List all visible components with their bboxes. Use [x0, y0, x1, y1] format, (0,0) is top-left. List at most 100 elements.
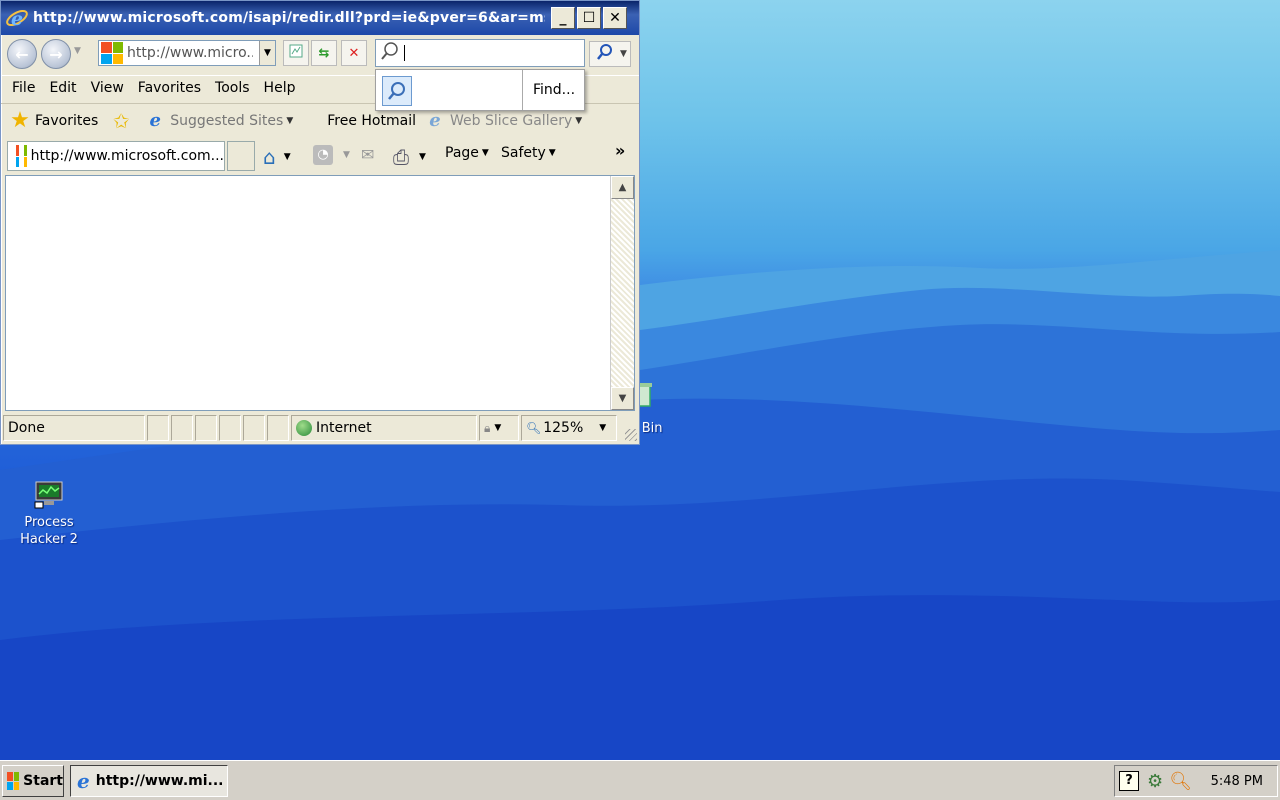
safety-menu-button[interactable]: Safety ▼ [501, 145, 556, 161]
start-button[interactable]: Start [2, 765, 64, 797]
feeds-button[interactable]: ◔ ▼ [313, 145, 350, 165]
ie-logo-icon: e [77, 769, 90, 793]
forward-arrow-icon: → [49, 44, 63, 64]
favorite-label: Web Slice Gallery [449, 112, 573, 129]
address-dropdown-button[interactable]: ▼ [259, 41, 275, 65]
status-bar: Done Internet 🔒︎ ▼ 🔍︎ 125% ▼ [1, 413, 639, 443]
search-suggestion-dropdown: Find... [375, 69, 585, 111]
favorite-label: Suggested Sites [170, 112, 284, 129]
search-provider-icon[interactable] [382, 76, 412, 106]
status-pane [147, 415, 169, 441]
chevron-down-icon[interactable]: ▼ [419, 152, 426, 162]
compatibility-view-button[interactable] [283, 40, 309, 66]
chevron-down-icon[interactable]: ▼ [343, 150, 350, 160]
chevron-down-icon: ▼ [494, 423, 502, 433]
zoom-level: 125% [543, 420, 584, 436]
status-text: Done [3, 415, 145, 441]
tab-title: http://www.microsoft.com... [30, 148, 224, 164]
print-button[interactable]: ⎙ ▼ [393, 145, 426, 169]
chevron-down-icon: ▼ [286, 115, 294, 126]
vertical-scrollbar[interactable]: ▲ ▼ [610, 176, 634, 410]
process-hacker-icon [33, 478, 65, 510]
ie-page-icon: e [429, 110, 441, 131]
msn-logo-icon [12, 145, 27, 167]
scroll-down-button[interactable]: ▼ [611, 387, 634, 410]
close-button[interactable]: ✕ [603, 7, 627, 29]
home-button[interactable]: ⌂ ▼ [263, 145, 291, 169]
stop-button[interactable]: ✕ [341, 40, 367, 66]
refresh-button[interactable]: ⇆ [311, 40, 337, 66]
svg-text:e: e [11, 8, 23, 30]
search-go-button[interactable]: ▼ [589, 41, 631, 67]
chevron-down-icon: ▼ [481, 148, 489, 158]
command-bar-overflow-button[interactable]: » [615, 141, 625, 160]
favorites-button[interactable]: ★ Favorites [9, 108, 99, 133]
menu-favorites[interactable]: Favorites [131, 80, 208, 96]
network-icon[interactable]: ⚙ [1147, 771, 1163, 792]
tab-current[interactable]: http://www.microsoft.com... [7, 141, 225, 171]
back-button[interactable]: ← [7, 39, 37, 69]
status-pane [219, 415, 241, 441]
menu-tools[interactable]: Tools [208, 80, 257, 96]
menu-file[interactable]: File [5, 80, 42, 96]
page-menu-label: Page [445, 145, 479, 161]
page-menu-button[interactable]: Page ▼ [445, 145, 489, 161]
menu-help[interactable]: Help [257, 80, 303, 96]
menu-view[interactable]: View [84, 80, 131, 96]
browser-window[interactable]: e http://www.microsoft.com/isapi/redir.d… [0, 0, 640, 445]
zone-label: Internet [316, 420, 372, 436]
help-icon[interactable]: ? [1119, 771, 1139, 791]
add-to-favorites-bar-button[interactable]: ✩ [110, 108, 136, 133]
status-pane [171, 415, 193, 441]
msn-logo-icon [101, 42, 123, 64]
history-dropdown-icon[interactable]: ▼ [74, 46, 81, 56]
chevron-down-icon[interactable]: ▼ [284, 152, 291, 162]
new-tab-button[interactable] [227, 141, 255, 171]
favorite-free-hotmail[interactable]: Free Hotmail [301, 110, 416, 132]
search-icon [380, 41, 402, 65]
find-on-page-button[interactable]: Find... [522, 70, 575, 110]
search-tray-icon[interactable]: 🔍︎ [1169, 771, 1192, 792]
resize-grip-icon[interactable] [625, 429, 637, 441]
search-options-dropdown-icon[interactable]: ▼ [620, 49, 627, 59]
globe-icon [296, 420, 312, 436]
favorite-suggested-sites[interactable]: e Suggested Sites ▼ [144, 110, 294, 132]
protected-mode-button[interactable]: 🔒︎ ▼ [479, 415, 519, 441]
favorite-web-slice-gallery[interactable]: e Web Slice Gallery ▼ [424, 110, 582, 132]
ie-logo-icon: e [5, 6, 29, 30]
chevron-down-icon: ▼ [599, 423, 607, 433]
chevron-up-icon: ▲ [618, 182, 627, 193]
desktop-icon-process-hacker[interactable]: Process Hacker 2 [0, 478, 98, 548]
search-input[interactable] [375, 39, 585, 67]
home-icon: ⌂ [263, 145, 276, 169]
taskbar-item-ie[interactable]: e http://www.mi... [70, 765, 228, 797]
search-icon [596, 43, 614, 65]
address-input[interactable]: http://www.micro... [127, 45, 253, 61]
security-zone[interactable]: Internet [291, 415, 477, 441]
scroll-up-button[interactable]: ▲ [611, 176, 634, 199]
refresh-icon: ⇆ [318, 45, 330, 61]
address-bar[interactable]: http://www.micro... ▼ [98, 40, 276, 66]
close-icon: ✕ [609, 10, 621, 26]
minimize-icon: _ [559, 10, 567, 26]
msn-logo-icon [301, 110, 323, 132]
star-icon: ★ [10, 108, 30, 133]
minimize-button[interactable]: _ [551, 7, 575, 29]
read-mail-button[interactable]: ✉ [361, 145, 374, 164]
text-caret [404, 45, 405, 61]
zoom-icon: 🔍︎ [526, 421, 542, 435]
maximize-button[interactable]: ☐ [577, 7, 601, 29]
favorites-label: Favorites [35, 112, 99, 129]
chevron-down-icon: ▼ [618, 393, 627, 404]
zoom-button[interactable]: 🔍︎ 125% ▼ [521, 415, 617, 441]
navigation-bar: ← → ▼ http://www.micro... ▼ ⇆ ✕ ▼ [1, 37, 639, 71]
clock[interactable]: 5:48 PM [1211, 774, 1263, 789]
add-favorite-icon: ✩ [112, 108, 130, 133]
forward-button[interactable]: → [41, 39, 71, 69]
title-bar[interactable]: e http://www.microsoft.com/isapi/redir.d… [1, 1, 639, 35]
status-pane [267, 415, 289, 441]
menu-edit[interactable]: Edit [42, 80, 83, 96]
rss-feed-icon: ◔ [313, 145, 333, 165]
printer-icon: ⎙ [393, 145, 409, 169]
page-content-area[interactable]: ▲ ▼ [5, 175, 635, 411]
